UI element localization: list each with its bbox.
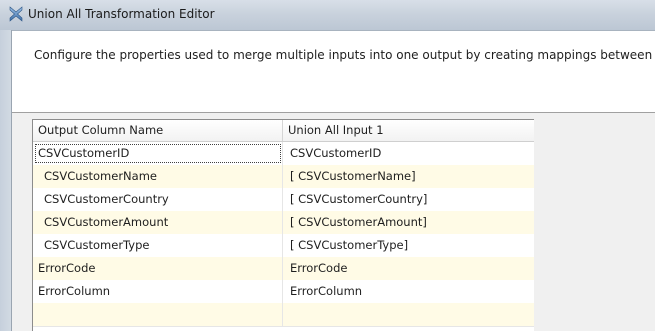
column-header-output-name[interactable]: Output Column Name bbox=[33, 120, 283, 141]
table-row[interactable]: CSVCustomerName [ CSVCustomerName] bbox=[33, 165, 534, 189]
table-row[interactable]: CSVCustomerType [ CSVCustomerType] bbox=[33, 234, 534, 258]
input-column-cell[interactable] bbox=[283, 303, 534, 326]
table-row[interactable]: ErrorColumn ErrorColumn bbox=[33, 280, 534, 304]
input-column-cell[interactable]: [ CSVCustomerName] bbox=[283, 165, 534, 188]
output-column-cell[interactable]: CSVCustomerCountry bbox=[33, 188, 283, 211]
output-column-cell[interactable]: CSVCustomerName bbox=[33, 165, 283, 188]
window-frame-left bbox=[0, 30, 12, 331]
table-row[interactable]: ErrorCode ErrorCode bbox=[33, 257, 534, 281]
output-column-cell[interactable]: CSVCustomerType bbox=[33, 234, 283, 257]
output-column-cell[interactable]: ErrorCode bbox=[33, 257, 283, 280]
input-column-cell[interactable]: CSVCustomerID bbox=[283, 142, 534, 165]
input-column-cell[interactable]: [ CSVCustomerAmount] bbox=[283, 211, 534, 234]
output-column-cell[interactable] bbox=[33, 303, 283, 326]
title-bar[interactable]: Union All Transformation Editor bbox=[0, 0, 655, 31]
output-column-cell[interactable]: ErrorColumn bbox=[33, 280, 283, 303]
table-row[interactable]: CSVCustomerCountry [ CSVCustomerCountry] bbox=[33, 188, 534, 212]
input-column-cell[interactable]: [ CSVCustomerCountry] bbox=[283, 188, 534, 211]
column-header-union-input-1[interactable]: Union All Input 1 bbox=[283, 120, 534, 141]
editor-body: Output Column Name Union All Input 1 CSV… bbox=[12, 113, 655, 331]
union-all-editor-window: Union All Transformation Editor Configur… bbox=[0, 0, 655, 331]
editor-description: Configure the properties used to merge m… bbox=[34, 48, 655, 62]
output-column-cell[interactable]: CSVCustomerAmount bbox=[33, 211, 283, 234]
table-row[interactable]: CSVCustomerID CSVCustomerID bbox=[33, 142, 534, 166]
input-column-cell[interactable]: [ CSVCustomerType] bbox=[283, 234, 534, 257]
input-column-cell[interactable]: ErrorColumn bbox=[283, 280, 534, 303]
grid-header-row: Output Column Name Union All Input 1 bbox=[33, 120, 534, 142]
table-row[interactable]: CSVCustomerAmount [ CSVCustomerAmount] bbox=[33, 211, 534, 235]
ssis-transform-icon bbox=[9, 6, 23, 22]
input-column-cell[interactable]: ErrorCode bbox=[283, 257, 534, 280]
window-title: Union All Transformation Editor bbox=[28, 7, 215, 21]
column-mapping-grid[interactable]: Output Column Name Union All Input 1 CSV… bbox=[32, 119, 534, 331]
output-column-cell[interactable]: CSVCustomerID bbox=[33, 142, 283, 165]
table-row-new[interactable] bbox=[33, 303, 534, 327]
editor-header-panel: Configure the properties used to merge m… bbox=[12, 31, 655, 113]
